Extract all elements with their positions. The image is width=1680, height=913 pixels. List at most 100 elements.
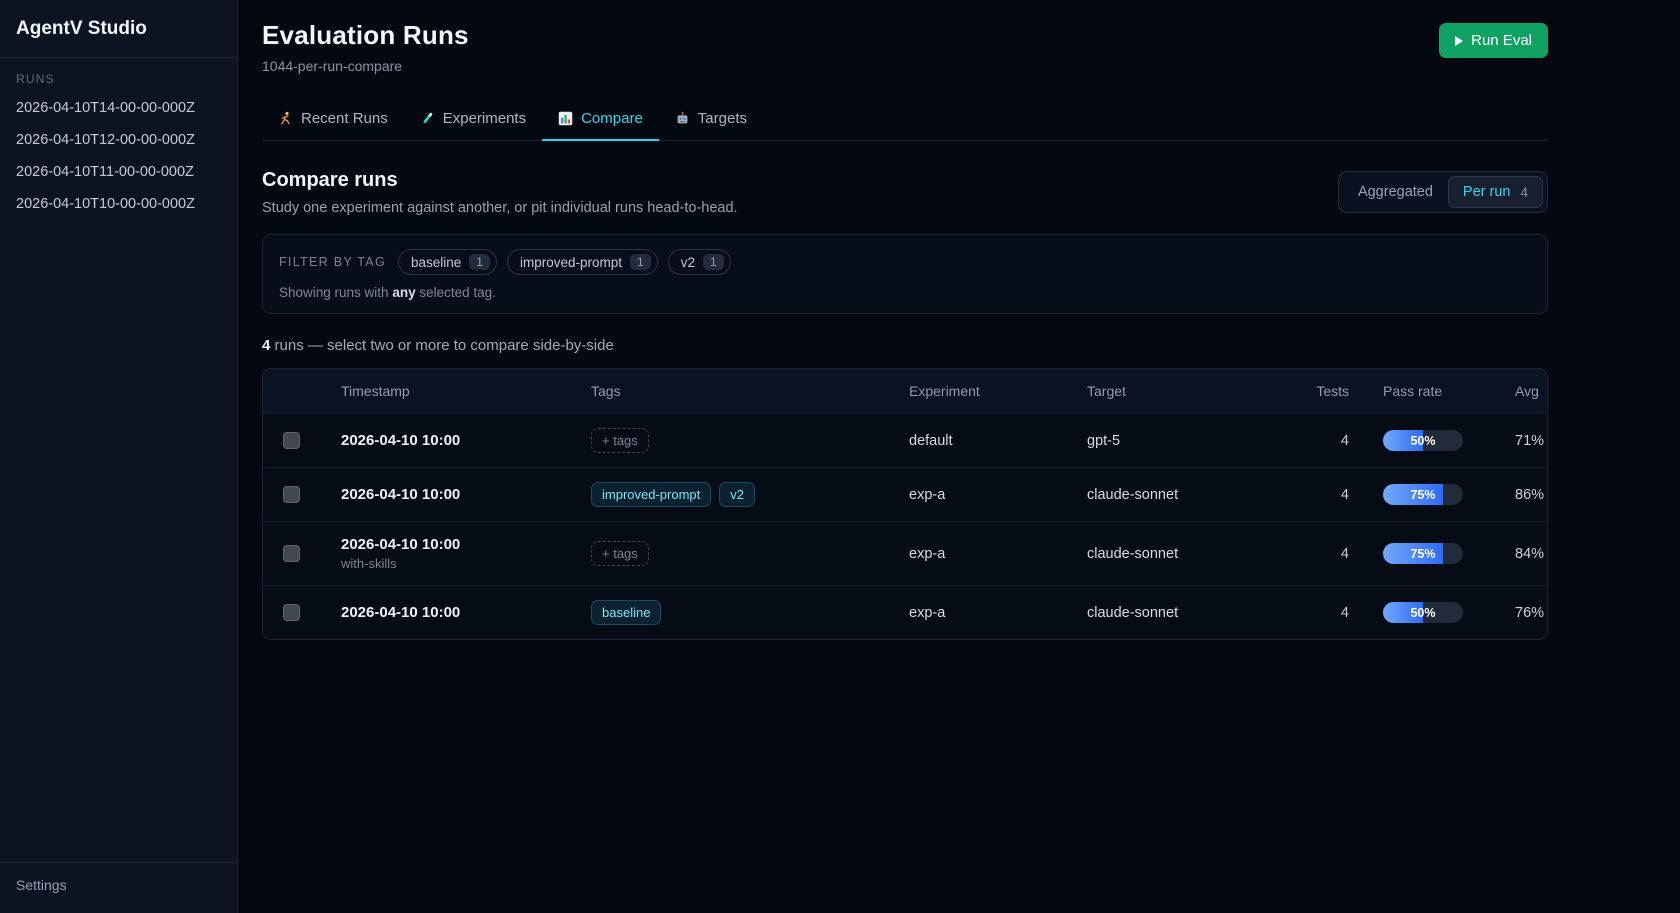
filter-tag-count: 1 bbox=[630, 254, 651, 270]
run-timestamp: 2026-04-10 10:00 bbox=[341, 486, 559, 503]
page-subtitle: 1044-per-run-compare bbox=[262, 58, 469, 74]
sidebar-item-run[interactable]: 2026-04-10T10-00-00-000Z bbox=[0, 188, 237, 220]
sidebar-item-run[interactable]: 2026-04-10T11-00-00-000Z bbox=[0, 156, 237, 188]
run-tags-cell: + tags bbox=[575, 414, 893, 468]
sidebar: AgentV Studio RUNS 2026-04-10T14-00-00-0… bbox=[0, 0, 238, 913]
compare-runs-subheading: Study one experiment against another, or… bbox=[262, 200, 738, 216]
sidebar-item-settings[interactable]: Settings bbox=[0, 862, 237, 913]
tab-recent-runs[interactable]: Recent Runs bbox=[262, 100, 404, 141]
run-experiment: exp-a bbox=[893, 522, 1071, 586]
tab-targets[interactable]: Targets bbox=[659, 100, 763, 141]
runs-table: TimestampTagsExperimentTargetTestsPass r… bbox=[263, 369, 1547, 639]
toggle-option-count: 4 bbox=[1520, 185, 1528, 200]
runs-summary-text: runs — select two or more to compare sid… bbox=[270, 337, 613, 354]
filter-tag-name: v2 bbox=[681, 255, 695, 270]
run-target: claude-sonnet bbox=[1071, 586, 1279, 640]
run-tests: 4 bbox=[1279, 522, 1365, 586]
tab-compare[interactable]: Compare bbox=[542, 100, 659, 141]
app-title: AgentV Studio bbox=[0, 0, 237, 58]
run-avg: 71% bbox=[1499, 414, 1547, 468]
filter-hint: Showing runs with any selected tag. bbox=[279, 285, 1531, 300]
sidebar-item-run[interactable]: 2026-04-10T14-00-00-000Z bbox=[0, 92, 237, 124]
test-tube-icon bbox=[420, 111, 435, 126]
tag-pill-baseline[interactable]: baseline bbox=[591, 600, 661, 625]
toggle-option-label: Aggregated bbox=[1358, 184, 1433, 200]
compare-runs-heading: Compare runs bbox=[262, 169, 738, 192]
run-experiment: default bbox=[893, 414, 1071, 468]
filter-tag-count: 1 bbox=[469, 254, 490, 270]
sidebar-runs-label: RUNS bbox=[0, 58, 237, 92]
pass-rate-label: 75% bbox=[1383, 543, 1463, 564]
filter-tag-v2[interactable]: v2 1 bbox=[668, 249, 731, 275]
tab-label: Experiments bbox=[443, 110, 526, 127]
tag-pill-improved-prompt[interactable]: improved-prompt bbox=[591, 482, 711, 507]
pass-rate-pill: 75% bbox=[1383, 484, 1463, 505]
run-tags-cell: + tags bbox=[575, 522, 893, 586]
run-avg: 76% bbox=[1499, 586, 1547, 640]
pass-rate-label: 50% bbox=[1383, 602, 1463, 623]
tab-label: Compare bbox=[581, 110, 643, 127]
filter-tag-name: baseline bbox=[411, 255, 461, 270]
filter-tag-baseline[interactable]: baseline 1 bbox=[398, 249, 497, 275]
column-checkbox bbox=[263, 369, 325, 414]
runs-table-card: TimestampTagsExperimentTargetTestsPass r… bbox=[262, 368, 1548, 640]
column-experiment: Experiment bbox=[893, 369, 1071, 414]
add-tags-button[interactable]: + tags bbox=[591, 541, 649, 566]
sidebar-run-list: 2026-04-10T14-00-00-000Z2026-04-10T12-00… bbox=[0, 92, 237, 220]
filter-hint-any: any bbox=[392, 285, 415, 300]
view-mode-toggle: Aggregated Per run 4 bbox=[1338, 171, 1548, 213]
main-content: Evaluation Runs 1044-per-run-compare Run… bbox=[238, 0, 1680, 913]
app-window: AgentV Studio RUNS 2026-04-10T14-00-00-0… bbox=[0, 0, 1680, 913]
pass-rate-label: 75% bbox=[1383, 484, 1463, 505]
run-target: claude-sonnet bbox=[1071, 468, 1279, 522]
table-row: 2026-04-10 10:00 baseline exp-aclaude-sonn… bbox=[263, 586, 1547, 640]
table-row: 2026-04-10 10:00+ tagsdefaultgpt-5450%71… bbox=[263, 414, 1547, 468]
table-row: 2026-04-10 10:00 with-skills + tags exp-acl… bbox=[263, 522, 1547, 586]
run-experiment: exp-a bbox=[893, 586, 1071, 640]
run-timestamp: 2026-04-10 10:00 bbox=[341, 432, 559, 449]
run-tests: 4 bbox=[1279, 468, 1365, 522]
tab-label: Recent Runs bbox=[301, 110, 388, 127]
filter-by-tag-label: FILTER BY TAG bbox=[279, 255, 386, 269]
tab-experiments[interactable]: Experiments bbox=[404, 100, 542, 141]
tag-pill-v2[interactable]: v2 bbox=[719, 482, 755, 507]
play-icon bbox=[1455, 36, 1463, 46]
run-tags-cell: improved-prompt v2 bbox=[575, 468, 893, 522]
filter-tag-pills: baseline1improved-prompt1v21 bbox=[398, 249, 731, 275]
column-avg: Avg bbox=[1499, 369, 1547, 414]
run-timestamp: 2026-04-10 10:00 bbox=[341, 604, 559, 621]
run-timestamp: 2026-04-10 10:00 bbox=[341, 536, 559, 553]
bar-chart-icon bbox=[558, 111, 573, 126]
robot-icon bbox=[675, 111, 690, 126]
column-pass-rate: Pass rate bbox=[1365, 369, 1499, 414]
filter-hint-prefix: Showing runs with bbox=[279, 285, 392, 300]
run-eval-button[interactable]: Run Eval bbox=[1439, 23, 1548, 58]
runner-icon bbox=[278, 111, 293, 126]
filter-hint-suffix: selected tag. bbox=[416, 285, 496, 300]
row-checkbox[interactable] bbox=[283, 432, 300, 449]
filter-tag-improved-prompt[interactable]: improved-prompt1 bbox=[507, 249, 658, 275]
filter-tag-count: 1 bbox=[703, 254, 724, 270]
run-target: gpt-5 bbox=[1071, 414, 1279, 468]
sidebar-item-run[interactable]: 2026-04-10T12-00-00-000Z bbox=[0, 124, 237, 156]
pass-rate-pill: 50% bbox=[1383, 602, 1463, 623]
runs-summary: 4 runs — select two or more to compare s… bbox=[262, 337, 1548, 354]
column-target: Target bbox=[1071, 369, 1279, 414]
page-title: Evaluation Runs bbox=[262, 20, 469, 51]
run-avg: 86% bbox=[1499, 468, 1547, 522]
run-tests: 4 bbox=[1279, 586, 1365, 640]
row-checkbox[interactable] bbox=[283, 545, 300, 562]
runs-table-header: TimestampTagsExperimentTargetTestsPass r… bbox=[263, 369, 1547, 414]
run-target: claude-sonnet bbox=[1071, 522, 1279, 586]
runs-table-body: 2026-04-10 10:00+ tagsdefaultgpt-5450%71… bbox=[263, 414, 1547, 640]
run-tags-cell: baseline bbox=[575, 586, 893, 640]
row-checkbox[interactable] bbox=[283, 486, 300, 503]
toggle-option-per-run[interactable]: Per run 4 bbox=[1448, 176, 1543, 208]
pass-rate-label: 50% bbox=[1383, 430, 1463, 451]
add-tags-button[interactable]: + tags bbox=[591, 428, 649, 453]
toggle-option-aggregated[interactable]: Aggregated bbox=[1343, 176, 1448, 208]
run-subtitle: with-skills bbox=[341, 556, 559, 571]
row-checkbox[interactable] bbox=[283, 604, 300, 621]
run-experiment: exp-a bbox=[893, 468, 1071, 522]
toggle-option-label: Per run bbox=[1463, 184, 1511, 200]
